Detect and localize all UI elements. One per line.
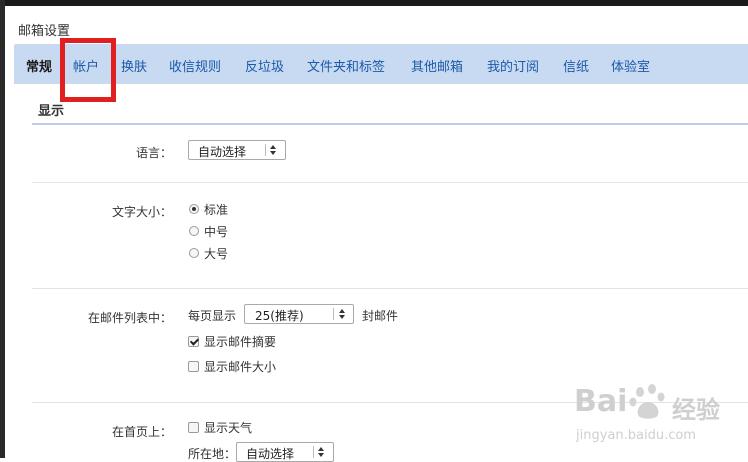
watermark-brand: Bai xyxy=(574,384,628,419)
section-title: 显示 xyxy=(38,104,65,119)
per-page-select[interactable]: 25(推荐) xyxy=(244,304,354,324)
watermark-url: jingyan.baidu.com xyxy=(576,428,696,443)
section-divider xyxy=(32,123,748,125)
tab-other-mailboxes[interactable]: 其他邮箱 xyxy=(411,56,463,75)
select-arrows-icon xyxy=(317,446,325,458)
tab-general[interactable]: 常规 xyxy=(26,56,52,75)
select-divider xyxy=(265,144,266,156)
select-arrows-icon xyxy=(338,308,346,320)
annotation-highlight-box xyxy=(60,38,116,102)
location-select[interactable]: 自动选择 xyxy=(236,442,334,462)
font-size-large-label: 大号 xyxy=(204,247,229,261)
window-left-border xyxy=(0,0,5,458)
baidu-jingyan-watermark: Bai 经验 jingyan.baidu.com xyxy=(572,376,748,458)
per-page-prefix: 每页显示 xyxy=(188,309,237,323)
show-size-label: 显示邮件大小 xyxy=(204,360,277,374)
watermark-brand-suffix: 经验 xyxy=(672,396,720,424)
location-label: 所在地： xyxy=(188,447,237,461)
select-divider xyxy=(313,446,314,458)
paw-icon xyxy=(629,384,665,419)
font-size-medium-label: 中号 xyxy=(204,225,229,239)
home-page-label: 在首页上： xyxy=(111,425,172,439)
per-page-suffix: 封邮件 xyxy=(362,309,399,323)
show-summary-checkbox[interactable] xyxy=(188,336,199,347)
select-divider xyxy=(333,308,334,320)
show-size-checkbox[interactable] xyxy=(188,361,199,372)
tab-stationery[interactable]: 信纸 xyxy=(563,56,589,75)
font-size-standard-label: 标准 xyxy=(204,203,229,217)
tab-anti-spam[interactable]: 反垃圾 xyxy=(245,56,284,75)
mail-list-label: 在邮件列表中： xyxy=(87,311,172,325)
tab-my-subscriptions[interactable]: 我的订阅 xyxy=(487,56,539,75)
row-separator xyxy=(32,182,748,183)
location-select-value: 自动选择 xyxy=(246,447,295,461)
show-summary-label: 显示邮件摘要 xyxy=(204,335,277,349)
tab-lab[interactable]: 体验室 xyxy=(611,56,650,75)
tab-skin[interactable]: 换肤 xyxy=(121,56,147,75)
tab-mail-rules[interactable]: 收信规则 xyxy=(169,56,221,75)
font-size-large-radio[interactable] xyxy=(189,248,199,258)
show-weather-label: 显示天气 xyxy=(204,421,253,435)
per-page-select-value: 25(推荐) xyxy=(255,309,304,323)
font-size-label: 文字大小： xyxy=(111,205,172,219)
page-title: 邮箱设置 xyxy=(18,24,71,39)
font-size-medium-radio[interactable] xyxy=(189,226,199,236)
window-top-border xyxy=(0,0,748,6)
language-label: 语言： xyxy=(135,146,172,160)
font-size-standard-radio[interactable] xyxy=(189,204,199,214)
language-select[interactable]: 自动选择 xyxy=(188,140,286,160)
show-weather-checkbox[interactable] xyxy=(188,422,199,433)
select-arrows-icon xyxy=(269,144,277,156)
tab-folders-labels[interactable]: 文件夹和标签 xyxy=(307,56,385,75)
row-separator xyxy=(32,288,748,289)
language-select-value: 自动选择 xyxy=(198,145,247,159)
settings-tab-bar: 常规 帐户 换肤 收信规则 反垃圾 文件夹和标签 其他邮箱 我的订阅 信纸 体验… xyxy=(14,44,748,84)
